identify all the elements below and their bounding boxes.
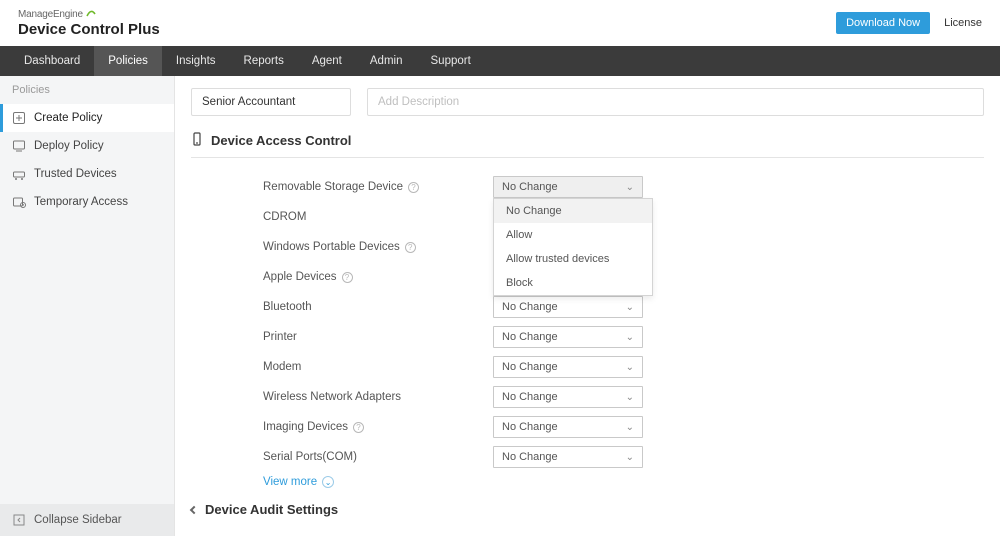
control-row: Wireless Network AdaptersNo Change⌄ <box>263 382 984 412</box>
dropdown-panel: No ChangeAllowAllow trusted devicesBlock <box>493 198 653 296</box>
trusted-icon <box>12 167 26 181</box>
nav-support[interactable]: Support <box>417 46 485 76</box>
control-label: CDROM <box>263 211 493 223</box>
control-label: Windows Portable Devices? <box>263 241 493 253</box>
control-label: Imaging Devices? <box>263 421 493 433</box>
body: Policies Create Policy Deploy Policy Trust… <box>0 76 1000 536</box>
select-printer[interactable]: No Change⌄ <box>493 326 643 348</box>
logo-big-text: Device Control Plus <box>18 22 160 37</box>
help-icon[interactable]: ? <box>408 182 419 193</box>
chevron-down-icon: ⌄ <box>322 476 334 488</box>
device-audit-settings-heading: Device Audit Settings <box>191 502 984 525</box>
chevron-down-icon: ⌄ <box>626 332 634 343</box>
sidebar-item-create-policy[interactable]: Create Policy <box>0 104 174 132</box>
arrow-left-icon <box>190 505 198 513</box>
policy-description-input[interactable] <box>367 88 984 116</box>
collapse-icon <box>12 513 26 527</box>
control-label: Bluetooth <box>263 301 493 313</box>
control-row: Removable Storage Device?No Change⌄No Ch… <box>263 172 984 202</box>
control-label: Printer <box>263 331 493 343</box>
device-access-control-heading: Device Access Control <box>191 132 984 158</box>
dropdown-option[interactable]: Block <box>494 271 652 295</box>
sidebar-item-label: Deploy Policy <box>34 140 104 152</box>
sidebar-item-label: Trusted Devices <box>34 168 117 180</box>
dropdown-option[interactable]: Allow trusted devices <box>494 247 652 271</box>
nav-policies[interactable]: Policies <box>94 46 162 76</box>
control-row: BluetoothNo Change⌄ <box>263 292 984 322</box>
control-label: Modem <box>263 361 493 373</box>
sidebar-item-label: Temporary Access <box>34 196 128 208</box>
view-more-link[interactable]: View more⌄ <box>263 476 334 488</box>
policy-name-input[interactable] <box>191 88 351 116</box>
device-audit-settings-title: Device Audit Settings <box>205 502 338 517</box>
collapse-sidebar-label: Collapse Sidebar <box>34 514 122 526</box>
select-serial-ports-com-[interactable]: No Change⌄ <box>493 446 643 468</box>
chevron-down-icon: ⌄ <box>626 362 634 373</box>
chevron-down-icon: ⌄ <box>626 452 634 463</box>
sidebar: Policies Create Policy Deploy Policy Trust… <box>0 76 175 536</box>
select-modem[interactable]: No Change⌄ <box>493 356 643 378</box>
device-icon <box>191 132 203 149</box>
swirl-icon <box>86 9 96 19</box>
nav-reports[interactable]: Reports <box>230 46 298 76</box>
help-icon[interactable]: ? <box>405 242 416 253</box>
chevron-down-icon: ⌄ <box>626 422 634 433</box>
collapse-sidebar-button[interactable]: Collapse Sidebar <box>0 504 174 536</box>
create-icon <box>12 111 26 125</box>
sidebar-header: Policies <box>0 76 174 104</box>
control-label: Removable Storage Device? <box>263 181 493 193</box>
help-icon[interactable]: ? <box>353 422 364 433</box>
main-content: Device Access Control Removable Storage … <box>175 76 1000 536</box>
control-row: Serial Ports(COM)No Change⌄ <box>263 442 984 472</box>
nav-agent[interactable]: Agent <box>298 46 356 76</box>
chevron-down-icon: ⌄ <box>626 392 634 403</box>
chevron-down-icon: ⌄ <box>626 182 634 193</box>
dropdown-option[interactable]: No Change <box>494 199 652 223</box>
select-removable-storage-device[interactable]: No Change⌄ <box>493 176 643 198</box>
logo: ManageEngine Device Control Plus <box>18 9 160 37</box>
nav-dashboard[interactable]: Dashboard <box>10 46 94 76</box>
select-imaging-devices[interactable]: No Change⌄ <box>493 416 643 438</box>
device-access-control-title: Device Access Control <box>211 133 351 148</box>
select-bluetooth[interactable]: No Change⌄ <box>493 296 643 318</box>
header-actions: Download Now License <box>836 12 982 34</box>
temp-icon <box>12 195 26 209</box>
chevron-down-icon: ⌄ <box>626 302 634 313</box>
nav-admin[interactable]: Admin <box>356 46 417 76</box>
control-label: Wireless Network Adapters <box>263 391 493 403</box>
control-row: PrinterNo Change⌄ <box>263 322 984 352</box>
sidebar-item-deploy-policy[interactable]: Deploy Policy <box>0 132 174 160</box>
sidebar-item-trusted-devices[interactable]: Trusted Devices <box>0 160 174 188</box>
policy-inputs <box>191 88 984 116</box>
deploy-icon <box>12 139 26 153</box>
control-label: Apple Devices? <box>263 271 493 283</box>
control-row: Imaging Devices?No Change⌄ <box>263 412 984 442</box>
app-header: ManageEngine Device Control Plus Downloa… <box>0 0 1000 46</box>
control-label: Serial Ports(COM) <box>263 451 493 463</box>
main-nav: DashboardPoliciesInsightsReportsAgentAdm… <box>0 46 1000 76</box>
control-row: ModemNo Change⌄ <box>263 352 984 382</box>
sidebar-item-temporary-access[interactable]: Temporary Access <box>0 188 174 216</box>
help-icon[interactable]: ? <box>342 272 353 283</box>
dropdown-option[interactable]: Allow <box>494 223 652 247</box>
sidebar-item-label: Create Policy <box>34 112 102 124</box>
select-wireless-network-adapters[interactable]: No Change⌄ <box>493 386 643 408</box>
nav-insights[interactable]: Insights <box>162 46 230 76</box>
license-link[interactable]: License <box>944 17 982 29</box>
download-now-button[interactable]: Download Now <box>836 12 930 34</box>
logo-small-text: ManageEngine <box>18 9 83 20</box>
control-list: Removable Storage Device?No Change⌄No Ch… <box>191 172 984 488</box>
